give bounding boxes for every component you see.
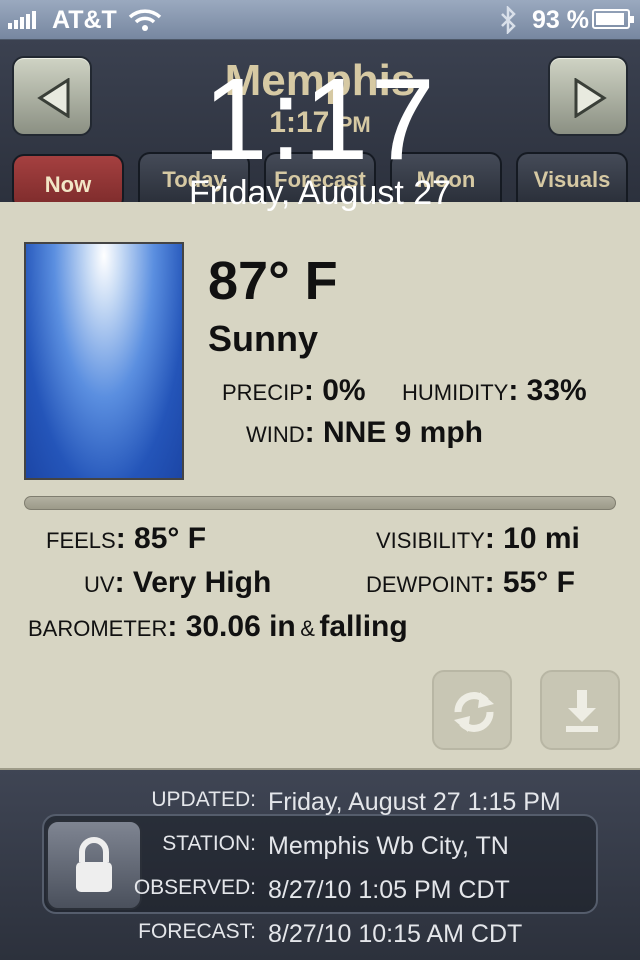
station-value: Memphis Wb City, TN — [268, 832, 509, 860]
observed-value: 8/27/10 1:05 PM CDT — [268, 876, 510, 904]
visibility-row: VISIBILITY: 10 mi — [376, 522, 580, 555]
barometer-value: 30.06 in — [185, 610, 296, 643]
updated-label: UPDATED: — [151, 788, 256, 811]
uv-value: Very High — [132, 566, 272, 599]
lock-screen-date: Friday, August 27 — [188, 174, 452, 212]
station-label: STATION: — [162, 832, 256, 855]
humidity-row: HUMIDITY: 33% — [402, 374, 587, 407]
wifi-icon — [128, 9, 162, 31]
uv-row: UV: Very High — [84, 566, 272, 599]
sunny-sky-image — [24, 242, 184, 480]
bluetooth-icon — [501, 6, 516, 34]
divider-bar — [24, 496, 616, 510]
current-temperature: 87° F — [208, 251, 338, 311]
unlock-slider-knob[interactable] — [46, 820, 142, 910]
visibility-value: 10 mi — [503, 522, 580, 555]
battery-percentage: 93 % — [532, 6, 589, 34]
humidity-value: 33% — [526, 374, 587, 407]
status-bar: AT&T 93 % — [0, 0, 640, 40]
padlock-icon — [76, 837, 112, 892]
dewpoint-row: DEWPOINT: 55° F — [366, 566, 575, 599]
download-button[interactable] — [540, 670, 620, 750]
current-condition: Sunny — [208, 318, 319, 359]
feels-value: 85° F — [134, 522, 207, 555]
wind-value: NNE 9 mph — [322, 416, 484, 449]
precip-row: PRECIP: 0% — [222, 374, 366, 407]
station-info-footer: UPDATED: Friday, August 27 1:15 PM STATI… — [0, 770, 640, 960]
download-icon — [566, 690, 598, 732]
wind-row: WIND: NNE 9 mph — [246, 416, 484, 449]
observed-label: OBSERVED: — [133, 876, 256, 899]
forecast-value: 8/27/10 10:15 AM CDT — [268, 920, 523, 948]
refresh-button[interactable] — [432, 670, 512, 750]
barometer-trend: falling — [319, 610, 408, 643]
refresh-icon — [454, 692, 494, 732]
forecast-label: FORECAST: — [138, 920, 256, 943]
battery-icon — [592, 9, 634, 29]
carrier-name: AT&T — [52, 6, 117, 34]
precip-value: 0% — [322, 374, 366, 407]
signal-strength-icon — [8, 11, 36, 29]
updated-value: Friday, August 27 1:15 PM — [268, 788, 561, 816]
lock-screen-clock: 1:17 — [203, 54, 437, 184]
feels-row: FEELS: 85° F — [46, 522, 207, 555]
dewpoint-value: 55° F — [502, 566, 575, 599]
barometer-row: BAROMETER: 30.06 in & falling — [28, 610, 408, 643]
current-conditions-panel: 87° F Sunny PRECIP: 0% HUMIDITY: 33% WIN… — [0, 202, 640, 770]
